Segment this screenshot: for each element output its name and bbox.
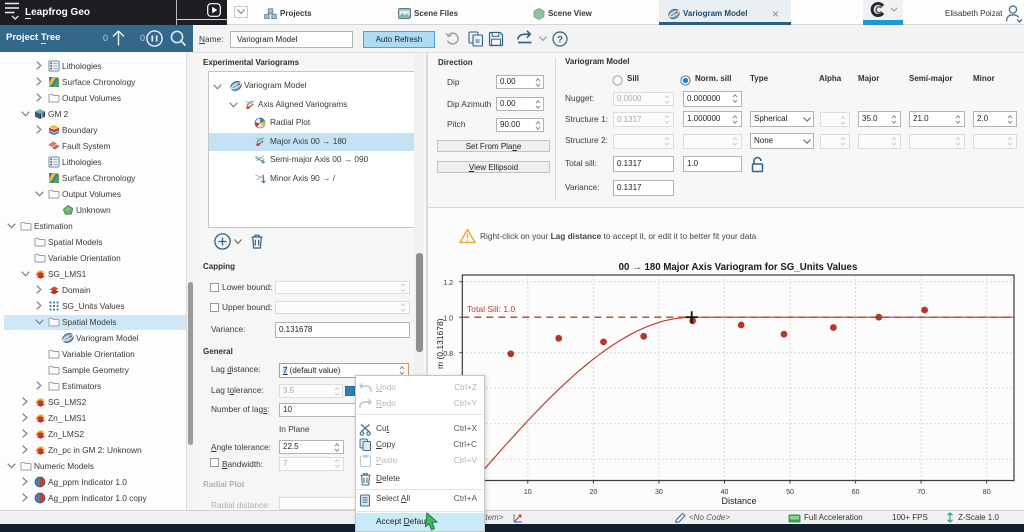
svg-text:30: 30 <box>655 489 663 496</box>
svg-text:60: 60 <box>852 489 860 496</box>
svg-text:10: 10 <box>524 489 532 496</box>
svg-text:1.2: 1.2 <box>443 280 453 287</box>
svg-text:40: 40 <box>721 489 729 496</box>
svg-text:m (0.131678): m (0.131678) <box>435 318 445 369</box>
svg-text:50: 50 <box>786 489 794 496</box>
svg-text:Distance: Distance <box>721 496 756 506</box>
svg-text:80: 80 <box>983 489 991 496</box>
svg-text:70: 70 <box>917 489 925 496</box>
svg-text:Total Sill: 1.0: Total Sill: 1.0 <box>467 304 515 314</box>
svg-text:?: ? <box>557 34 563 45</box>
svg-text:20: 20 <box>590 489 598 496</box>
